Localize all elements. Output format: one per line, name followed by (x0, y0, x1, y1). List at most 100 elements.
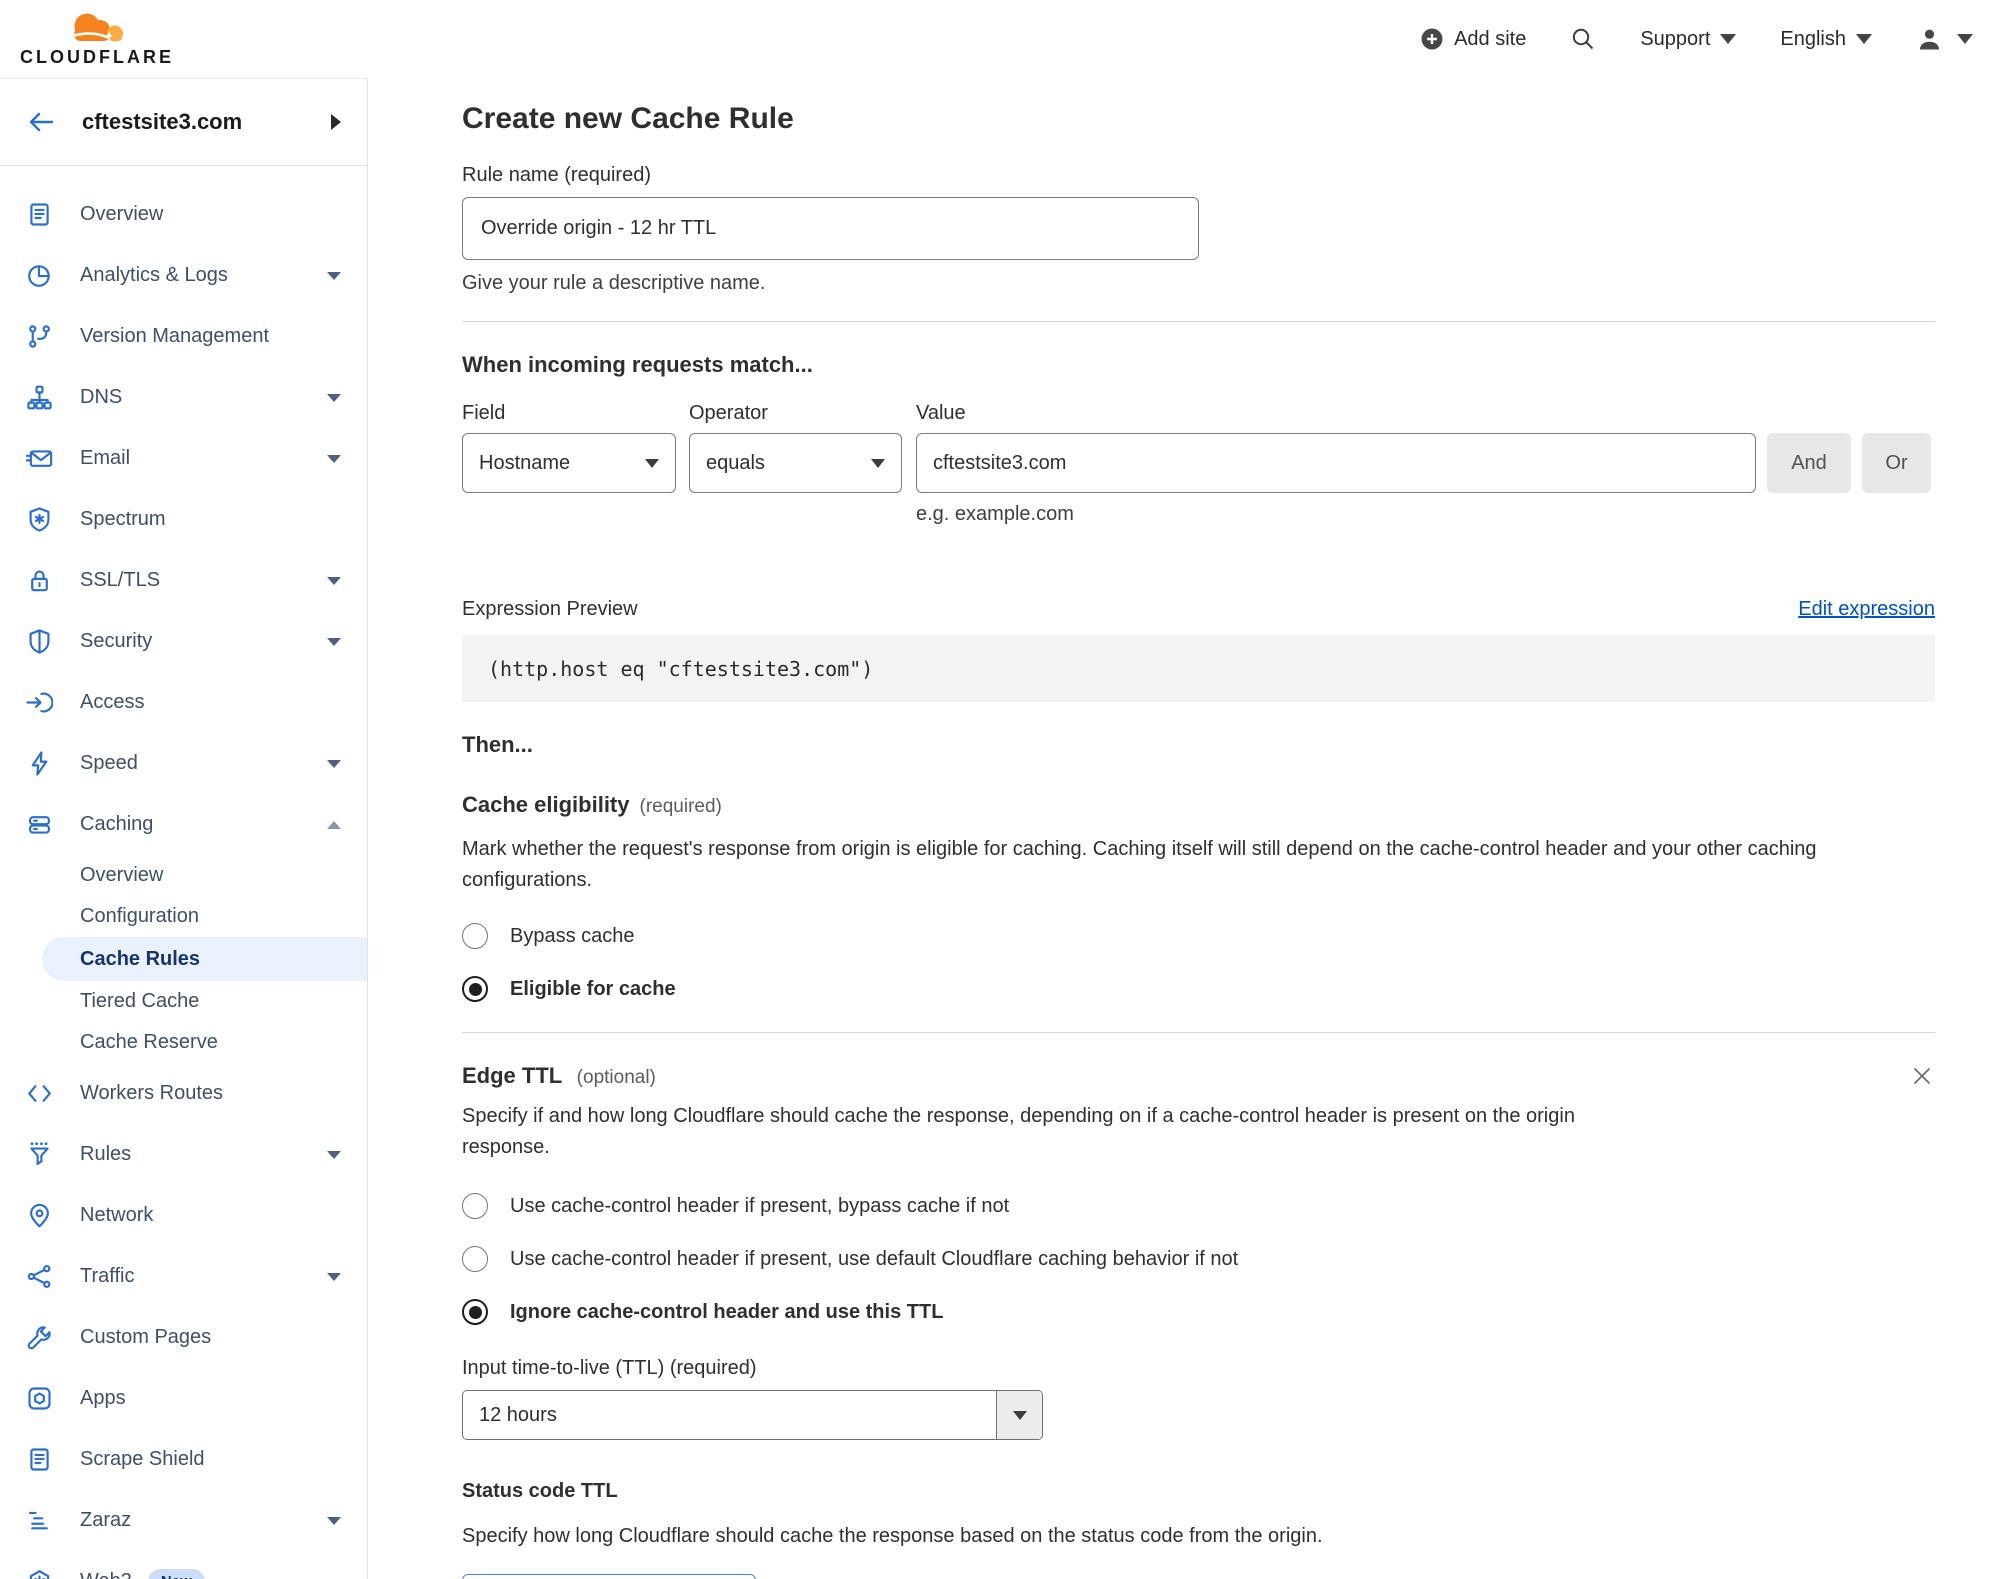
sidebar-item-access[interactable]: Access (0, 672, 367, 733)
section-divider (462, 1032, 1935, 1033)
chevron-down-icon (871, 458, 885, 468)
sidebar-item-dns[interactable]: DNS (0, 367, 367, 428)
support-menu[interactable]: Support (1640, 28, 1737, 51)
lightning-icon (26, 750, 53, 777)
ttl-select[interactable]: 12 hours (462, 1390, 1043, 1440)
sidebar-item-label: Analytics & Logs (80, 264, 228, 286)
sidebar-item-caching[interactable]: Caching (0, 794, 367, 855)
sidebar-item-label: Workers Routes (80, 1082, 224, 1104)
sidebar-item-version-management[interactable]: Version Management (0, 306, 367, 367)
sidebar-item-web3[interactable]: Web3 New (0, 1551, 367, 1579)
new-badge: New (147, 1569, 205, 1579)
sidebar-item-email[interactable]: Email (0, 428, 367, 489)
back-arrow-icon[interactable] (26, 110, 56, 134)
add-site-label: Add site (1454, 27, 1527, 50)
sidebar-item-label: Speed (80, 752, 138, 774)
sidebar-item-ssl-tls[interactable]: SSL/TLS (0, 550, 367, 611)
then-heading: Then... (462, 732, 533, 757)
sidebar-subitem-tiered-cache[interactable]: Tiered Cache (0, 981, 367, 1022)
funnel-icon (26, 1141, 53, 1168)
sidebar-item-overview[interactable]: Overview (0, 184, 367, 245)
or-button[interactable]: Or (1862, 433, 1931, 493)
radio-icon (462, 923, 488, 949)
chevron-down-icon (327, 1516, 341, 1525)
cache-stack-icon (26, 811, 53, 838)
edit-expression-link[interactable]: Edit expression (1798, 598, 1935, 621)
language-menu[interactable]: English (1780, 28, 1872, 51)
sidebar-item-label: Version Management (80, 325, 270, 347)
arrow-into-circle-icon (26, 689, 53, 716)
value-help: e.g. example.com (916, 503, 1074, 525)
sidebar-subitem-label: Configuration (80, 905, 199, 927)
chevron-down-icon (327, 393, 341, 402)
value-label: Value (916, 402, 966, 424)
sidebar-item-speed[interactable]: Speed (0, 733, 367, 794)
sidebar-item-traffic[interactable]: Traffic (0, 1246, 367, 1307)
cloudflare-cloud-icon (69, 13, 123, 42)
chevron-down-icon (1012, 1410, 1027, 1420)
cloudflare-logo: CLOUDFLARE (20, 10, 174, 68)
sidebar-item-rules[interactable]: Rules (0, 1124, 367, 1185)
operator-select[interactable]: equals (689, 433, 902, 493)
chevron-down-icon (327, 637, 341, 646)
search-icon[interactable] (1570, 26, 1596, 52)
ttl-input-label: Input time-to-live (TTL) (required) (462, 1357, 757, 1379)
field-select[interactable]: Hostname (462, 433, 676, 493)
match-heading: When incoming requests match... (462, 352, 813, 377)
pie-chart-icon (26, 262, 53, 289)
account-menu[interactable] (1916, 26, 1973, 53)
sidebar-item-apps[interactable]: Apps (0, 1368, 367, 1429)
language-label: English (1780, 27, 1846, 50)
value-input[interactable] (916, 433, 1756, 493)
radio-label: Ignore cache-control header and use this… (510, 1300, 944, 1323)
chevron-down-icon (327, 576, 341, 585)
chevron-down-icon (1856, 34, 1872, 44)
sidebar-item-custom-pages[interactable]: Custom Pages (0, 1307, 367, 1368)
main-content: Create new Cache Rule Rule name (require… (368, 78, 1999, 1579)
sidebar-item-security[interactable]: Security (0, 611, 367, 672)
sidebar-item-label: Scrape Shield (80, 1448, 205, 1470)
add-site-button[interactable]: Add site (1420, 27, 1526, 51)
operator-label: Operator (689, 402, 768, 424)
site-switcher-icon[interactable] (331, 114, 341, 130)
close-icon (1913, 1067, 1931, 1085)
sidebar-item-workers-routes[interactable]: Workers Routes (0, 1063, 367, 1124)
sidebar-item-zaraz[interactable]: Zaraz (0, 1490, 367, 1551)
ttl-bypass-radio[interactable]: Use cache-control header if present, byp… (462, 1193, 1935, 1219)
eligible-for-cache-radio[interactable]: Eligible for cache (462, 976, 1935, 1002)
add-status-code-button[interactable]: Add status code setting (462, 1574, 756, 1579)
required-note: (required) (639, 796, 722, 817)
sidebar-subitem-label: Overview (80, 864, 164, 886)
edge-ttl-heading: Edge TTL (462, 1063, 563, 1088)
sidebar-item-scrape-shield[interactable]: Scrape Shield (0, 1429, 367, 1490)
chevron-down-icon (327, 759, 341, 768)
sidebar-item-label: Email (80, 447, 131, 469)
sidebar-subitem-caching-configuration[interactable]: Configuration (0, 896, 367, 937)
sidebar-item-label: DNS (80, 386, 123, 408)
ttl-select-value: 12 hours (479, 1403, 557, 1426)
ttl-select-button[interactable] (996, 1391, 1042, 1439)
web3-cube-icon (26, 1568, 53, 1579)
sidebar-item-label: Traffic (80, 1265, 135, 1287)
radio-icon (462, 1193, 488, 1219)
sidebar-item-analytics[interactable]: Analytics & Logs (0, 245, 367, 306)
ttl-ignore-header-radio[interactable]: Ignore cache-control header and use this… (462, 1299, 1935, 1325)
sidebar-subitem-cache-rules[interactable]: Cache Rules (42, 937, 367, 981)
optional-note: (optional) (576, 1067, 656, 1088)
cache-eligibility-description: Mark whether the request's response from… (462, 838, 1817, 891)
ttl-default-behavior-radio[interactable]: Use cache-control header if present, use… (462, 1246, 1935, 1272)
sidebar-subitem-caching-overview[interactable]: Overview (0, 855, 367, 896)
sidebar-subitem-cache-reserve[interactable]: Cache Reserve (0, 1022, 367, 1063)
sidebar-item-label: Access (80, 691, 145, 713)
sidebar-item-network[interactable]: Network (0, 1185, 367, 1246)
bypass-cache-radio[interactable]: Bypass cache (462, 923, 1935, 949)
sidebar-item-spectrum[interactable]: Spectrum (0, 489, 367, 550)
edge-ttl-close-button[interactable] (1909, 1063, 1935, 1089)
rule-name-input[interactable] (462, 197, 1199, 260)
and-button[interactable]: And (1767, 433, 1851, 493)
expression-preview-block: (http.host eq "cftestsite3.com") (462, 635, 1935, 702)
edge-ttl-description: Specify if and how long Cloudflare shoul… (462, 1105, 1575, 1158)
sidebar-subitem-label: Cache Reserve (80, 1031, 218, 1053)
radio-label: Use cache-control header if present, use… (510, 1247, 1239, 1270)
zaraz-bars-icon (26, 1507, 53, 1534)
